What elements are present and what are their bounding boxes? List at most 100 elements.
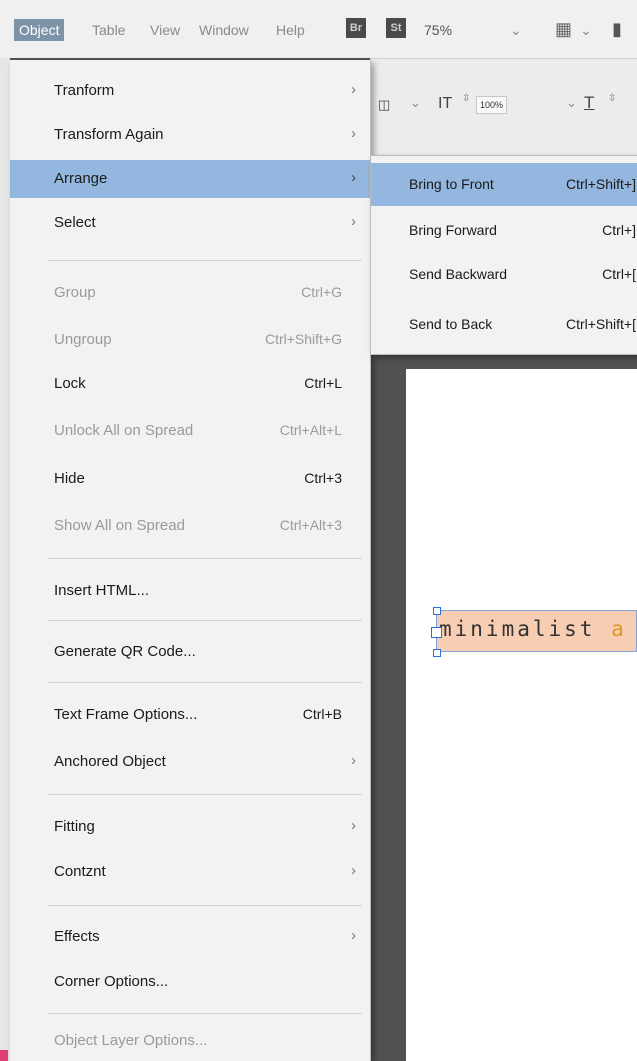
frame-handle-bottom-left[interactable] bbox=[433, 649, 441, 657]
vertical-scale-field[interactable]: 100% bbox=[476, 96, 508, 114]
menu-item-label: Ungroup bbox=[54, 331, 112, 348]
menu-item-label: Show All on Spread bbox=[54, 517, 185, 534]
menu-item-insert-html[interactable]: Insert HTML... bbox=[10, 572, 370, 610]
menu-item-label: Corner Options... bbox=[54, 973, 169, 990]
arrange-submenu: Bring to Front Ctrl+Shift+] Bring Forwar… bbox=[370, 155, 637, 355]
menu-bar: Object Table View Window Help Br St 75% … bbox=[0, 0, 637, 58]
text-frame-content: minimalist a bbox=[439, 617, 627, 641]
menu-item-generate-qr-code[interactable]: Generate QR Code... bbox=[10, 633, 370, 671]
menu-item-group[interactable]: Group Ctrl+G bbox=[10, 274, 370, 312]
menu-object[interactable]: Object bbox=[14, 19, 65, 41]
menu-item-corner-options[interactable]: Corner Options... bbox=[10, 963, 370, 1001]
menu-item-label: Object Layer Options... bbox=[54, 1032, 208, 1049]
text-frame[interactable]: minimalist a bbox=[436, 610, 637, 652]
screen-mode-chevron-icon[interactable]: ⌄ bbox=[580, 22, 592, 39]
menu-item-label: Fitting bbox=[54, 818, 95, 835]
vertical-scale-icon: IT bbox=[438, 95, 453, 112]
menu-window[interactable]: Window bbox=[199, 22, 249, 38]
menu-item-object-layer-options[interactable]: Object Layer Options... bbox=[10, 1022, 370, 1060]
submenu-item-shortcut: Ctrl+] bbox=[602, 222, 636, 238]
corner-marker bbox=[0, 1050, 8, 1061]
menu-table[interactable]: Table bbox=[92, 22, 125, 38]
zoom-dropdown-chevron-icon[interactable]: ⌄ bbox=[510, 22, 522, 39]
menu-item-label: Generate QR Code... bbox=[54, 643, 196, 660]
menu-separator bbox=[48, 260, 362, 261]
submenu-arrow-icon: › bbox=[351, 927, 356, 944]
menu-item-label: Transform Again bbox=[54, 126, 164, 143]
menu-item-shortcut: Ctrl+Alt+L bbox=[279, 422, 342, 438]
submenu-item-label: Send Backward bbox=[409, 266, 508, 282]
tools-panel-edge bbox=[0, 58, 10, 1061]
menu-item-shortcut: Ctrl+3 bbox=[304, 470, 342, 486]
menu-item-label: Select bbox=[54, 214, 96, 231]
menu-item-label: Arrange bbox=[54, 170, 108, 187]
menu-separator bbox=[48, 620, 362, 621]
menu-item-transform[interactable]: Tranform › bbox=[10, 72, 370, 110]
submenu-item-label: Bring Forward bbox=[409, 222, 497, 238]
menu-item-show-all-on-spread[interactable]: Show All on Spread Ctrl+Alt+3 bbox=[10, 507, 370, 545]
frame-text: minimalist bbox=[439, 617, 596, 641]
frame-text-overflow: a bbox=[611, 617, 627, 641]
submenu-arrow-icon: › bbox=[351, 81, 356, 98]
stock-icon[interactable]: St bbox=[386, 18, 406, 38]
menu-item-shortcut: Ctrl+Alt+3 bbox=[279, 517, 342, 533]
menu-item-shortcut: Ctrl+G bbox=[301, 284, 342, 300]
menu-item-text-frame-options[interactable]: Text Frame Options... Ctrl+B bbox=[10, 696, 370, 734]
menu-item-unlock-all-on-spread[interactable]: Unlock All on Spread Ctrl+Alt+L bbox=[10, 412, 370, 450]
menu-help[interactable]: Help bbox=[276, 22, 305, 38]
menu-item-fitting[interactable]: Fitting › bbox=[10, 808, 370, 846]
menu-item-transform-again[interactable]: Transform Again › bbox=[10, 116, 370, 154]
menu-item-ungroup[interactable]: Ungroup Ctrl+Shift+G bbox=[10, 321, 370, 359]
menu-separator bbox=[48, 682, 362, 683]
submenu-arrow-icon: › bbox=[351, 817, 356, 834]
menu-item-label: Tranform bbox=[54, 82, 115, 99]
submenu-item-label: Bring to Front bbox=[409, 176, 494, 192]
menu-item-hide[interactable]: Hide Ctrl+3 bbox=[10, 460, 370, 498]
menu-separator bbox=[48, 905, 362, 906]
bridge-icon[interactable]: Br bbox=[346, 18, 366, 38]
submenu-item-shortcut: Ctrl+[ bbox=[602, 266, 636, 282]
submenu-arrow-icon: › bbox=[351, 752, 356, 769]
object-menu: Tranform › Transform Again › Arrange › S… bbox=[10, 60, 371, 1061]
menu-item-effects[interactable]: Effects › bbox=[10, 918, 370, 956]
menu-item-anchored-object[interactable]: Anchored Object › bbox=[10, 743, 370, 781]
scale-chevron-icon[interactable]: ⌄ bbox=[566, 95, 577, 111]
zoom-level[interactable]: 75% bbox=[424, 22, 452, 38]
submenu-arrow-icon: › bbox=[351, 169, 356, 186]
submenu-item-shortcut: Ctrl+Shift+] bbox=[565, 176, 636, 192]
menu-item-label: Effects bbox=[54, 928, 100, 945]
baseline-shift-icon: T bbox=[584, 93, 595, 112]
menu-item-arrange[interactable]: Arrange › bbox=[10, 160, 370, 198]
menu-item-label: Text Frame Options... bbox=[54, 706, 198, 723]
baseline-stepper-icon[interactable]: ⇳ bbox=[608, 93, 616, 104]
submenu-item-send-backward[interactable]: Send Backward Ctrl+[ bbox=[371, 253, 637, 296]
menu-item-shortcut: Ctrl+B bbox=[302, 706, 342, 722]
frame-handle-top-left[interactable] bbox=[433, 607, 441, 615]
menu-item-label: Hide bbox=[54, 470, 85, 487]
menu-item-select[interactable]: Select › bbox=[10, 204, 370, 242]
stepper-icon[interactable]: ⇳ bbox=[462, 93, 470, 104]
submenu-item-send-to-back[interactable]: Send to Back Ctrl+Shift+[ bbox=[371, 303, 637, 346]
submenu-arrow-icon: › bbox=[351, 862, 356, 879]
menu-item-label: Anchored Object bbox=[54, 753, 166, 770]
menu-view[interactable]: View bbox=[150, 22, 180, 38]
menu-item-lock[interactable]: Lock Ctrl+L bbox=[10, 365, 370, 403]
screen-mode-icon[interactable]: ▦ bbox=[555, 19, 572, 40]
submenu-arrow-icon: › bbox=[351, 125, 356, 142]
control-panel: ◫ ⌄ IT ⇳ 100% ⌄ T ⇳ bbox=[370, 58, 637, 169]
menu-item-shortcut: Ctrl+L bbox=[304, 375, 342, 391]
menu-separator bbox=[48, 558, 362, 559]
submenu-item-bring-to-front[interactable]: Bring to Front Ctrl+Shift+] bbox=[371, 163, 637, 206]
arrange-documents-icon[interactable]: ▮ bbox=[612, 19, 622, 40]
menu-separator bbox=[48, 794, 362, 795]
menu-item-label: Group bbox=[54, 284, 96, 301]
font-size-chevron-icon[interactable]: ⌄ bbox=[410, 95, 421, 111]
frame-in-port-handle[interactable] bbox=[431, 627, 442, 638]
menu-item-label: Contznt bbox=[54, 863, 106, 880]
submenu-item-shortcut: Ctrl+Shift+[ bbox=[565, 316, 636, 332]
menu-item-label: Lock bbox=[54, 375, 86, 392]
document-page[interactable] bbox=[406, 369, 637, 1061]
submenu-item-bring-forward[interactable]: Bring Forward Ctrl+] bbox=[371, 209, 637, 252]
panel-icon: ◫ bbox=[378, 97, 391, 112]
menu-item-content[interactable]: Contznt › bbox=[10, 853, 370, 891]
